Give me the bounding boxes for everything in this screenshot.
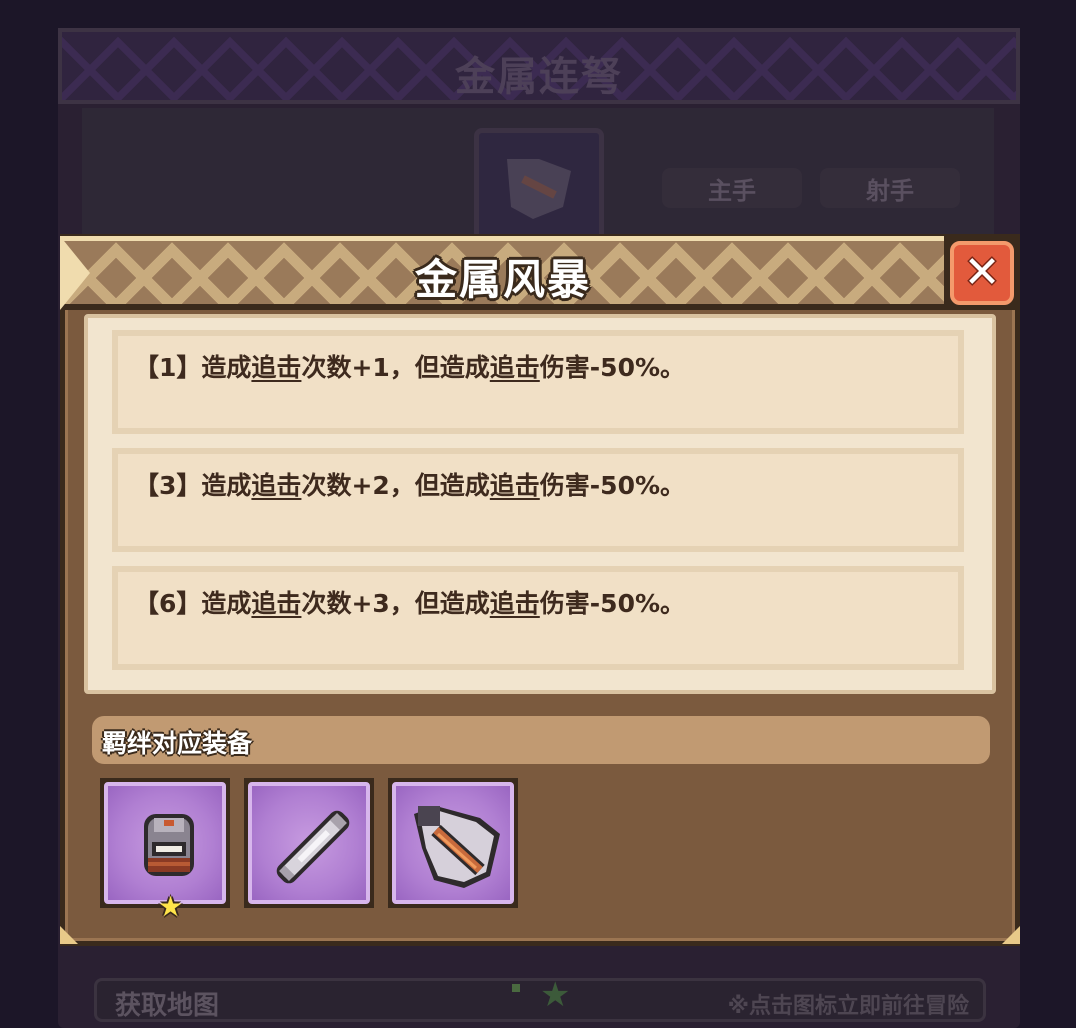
map-source-label: 获取地图 bbox=[115, 991, 220, 1021]
equipment-slot-cylinder[interactable] bbox=[244, 778, 374, 908]
bonus-text: 【1】造成追击次数+1，但造成追击伤害-50%。 bbox=[134, 353, 686, 382]
bonus-card: 【1】造成追击次数+1，但造成追击伤害-50%。 bbox=[112, 330, 964, 434]
star-icon: ★ bbox=[540, 975, 571, 1015]
keyword-link[interactable]: 追击 bbox=[251, 471, 301, 500]
equipment-section-label: 羁绊对应装备 bbox=[102, 729, 253, 758]
equipment-section-header: 羁绊对应装备 bbox=[92, 716, 990, 764]
item-detail-header: 金属连弩 bbox=[58, 28, 1020, 104]
tag-shooter: 射手 bbox=[820, 168, 960, 208]
keyword-link[interactable]: 追击 bbox=[251, 589, 301, 618]
bonus-card: 【3】造成追击次数+2，但造成追击伤害-50%。 bbox=[112, 448, 964, 552]
close-icon: ✕ bbox=[950, 241, 1014, 305]
bonus-text: 【3】造成追击次数+2，但造成追击伤害-50%。 bbox=[134, 471, 686, 500]
close-button[interactable]: ✕ bbox=[944, 236, 1020, 310]
tag-main-hand: 主手 bbox=[662, 168, 802, 208]
keyword-link[interactable]: 追击 bbox=[251, 353, 301, 382]
star-icon: ★ bbox=[158, 890, 184, 923]
decor-dot bbox=[512, 984, 520, 992]
crossbow-icon bbox=[414, 806, 500, 888]
item-crossbow-icon bbox=[474, 128, 604, 246]
helmet-icon bbox=[144, 814, 194, 876]
map-source-hint: ※点击图标立即前往冒险 bbox=[727, 994, 969, 1019]
keyword-link[interactable]: 追击 bbox=[490, 589, 540, 618]
keyword-link[interactable]: 追击 bbox=[490, 353, 540, 382]
keyword-link[interactable]: 追击 bbox=[490, 471, 540, 500]
bonus-text: 【6】造成追击次数+3，但造成追击伤害-50%。 bbox=[134, 589, 686, 618]
equipment-slot-crossbow[interactable] bbox=[388, 778, 518, 908]
modal-title: 金属风暴 bbox=[414, 255, 591, 304]
bolt-cylinder-icon bbox=[276, 810, 350, 884]
item-title: 金属连弩 bbox=[455, 54, 623, 100]
bonus-card: 【6】造成追击次数+3，但造成追击伤害-50%。 bbox=[112, 566, 964, 670]
equipment-slot-helmet[interactable]: ★ bbox=[100, 778, 230, 923]
